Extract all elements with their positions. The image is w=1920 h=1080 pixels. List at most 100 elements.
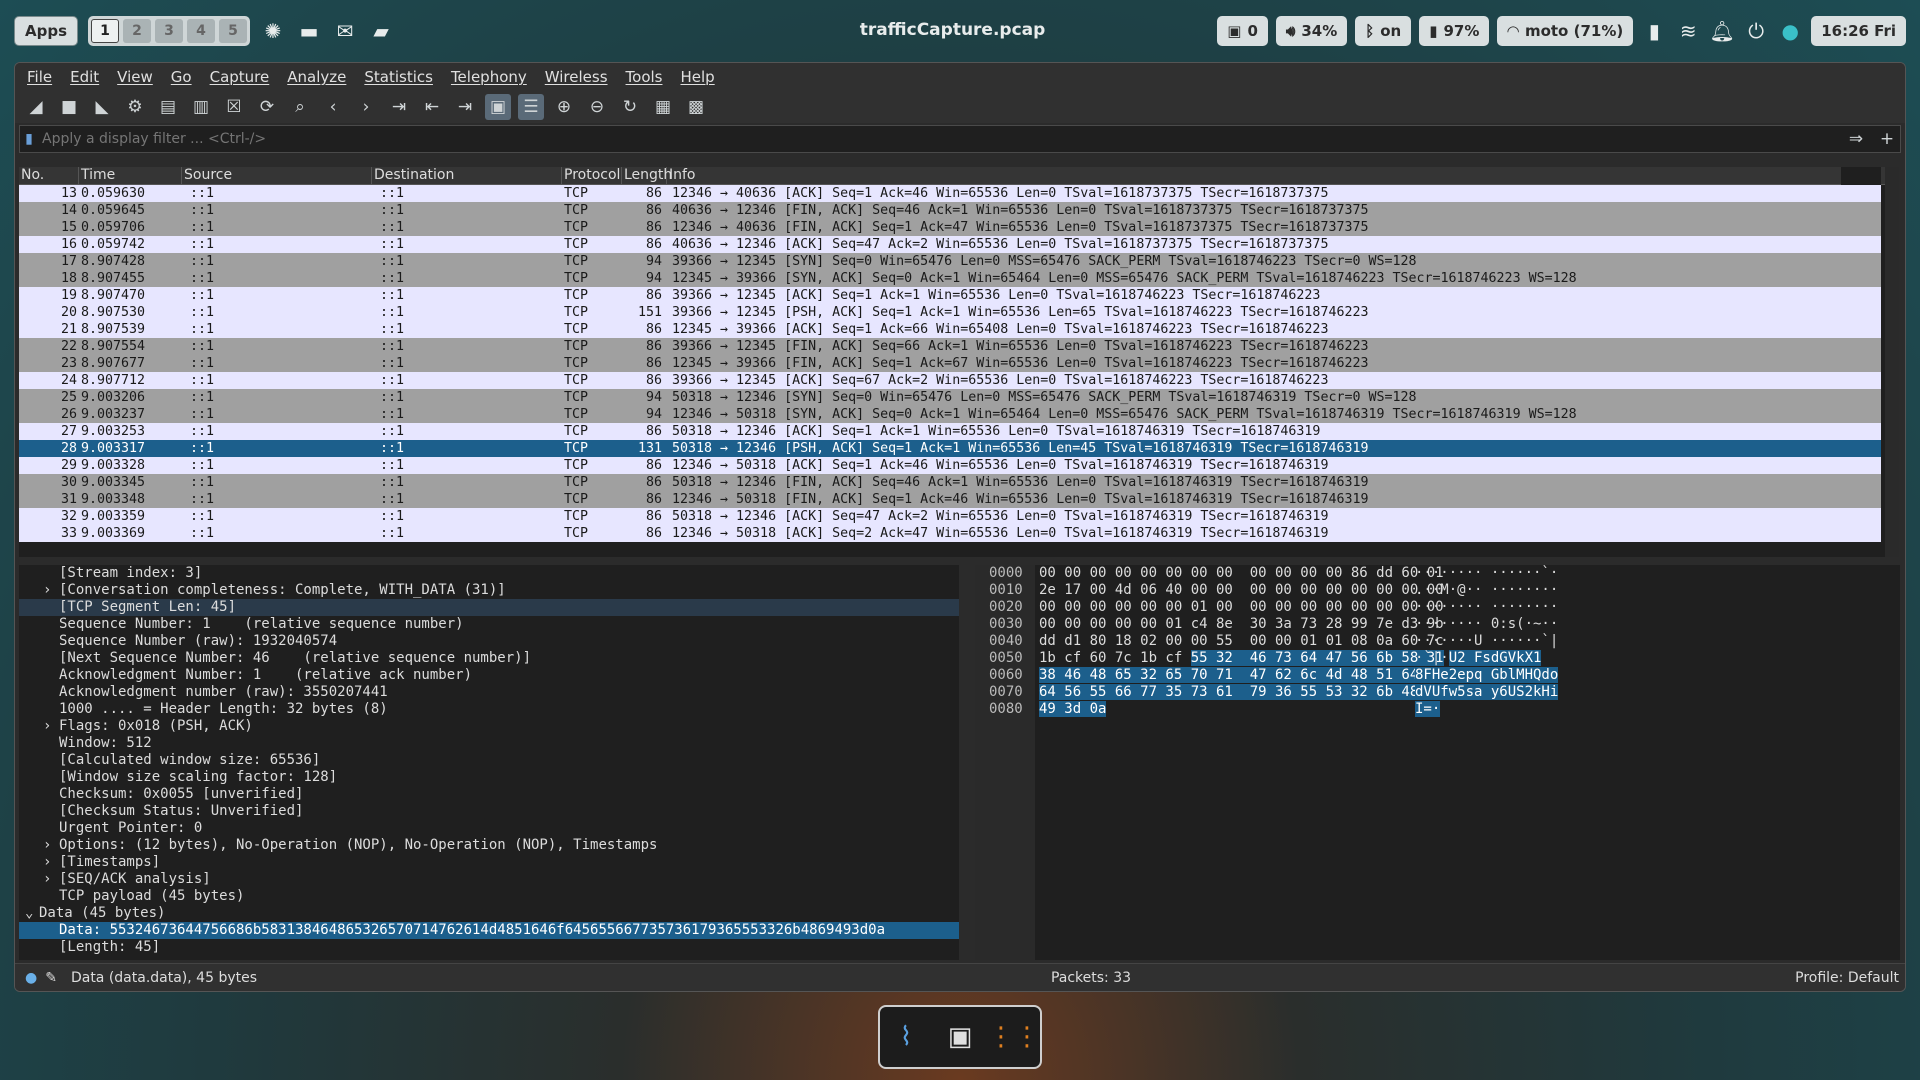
collapsed-arrow-icon[interactable]: › <box>43 837 51 854</box>
detail-line[interactable]: Acknowledgment number (raw): 3550207441 <box>19 684 959 701</box>
column-protocol[interactable]: Protocol <box>562 167 622 184</box>
column-source[interactable]: Source <box>182 167 372 184</box>
menu-edit[interactable]: Edit <box>70 68 99 86</box>
detail-line[interactable]: Urgent Pointer: 0 <box>19 820 959 837</box>
normal-size-icon[interactable]: ↻ <box>617 94 643 120</box>
packet-row[interactable]: 23 8.907677::1::1 TCP 86 12345 → 39366 [FIN,… <box>19 355 1841 372</box>
detail-line[interactable]: [Window size scaling factor: 128] <box>19 769 959 786</box>
user-icon[interactable]: ● <box>1777 18 1803 44</box>
ascii-row[interactable]: dVUfw5sa y6US2kHi <box>1415 684 1559 701</box>
reload-file-icon[interactable]: ⟳ <box>254 94 280 120</box>
zoom-out-icon[interactable]: ⊖ <box>584 94 610 120</box>
ascii-row[interactable]: I=· <box>1415 701 1558 718</box>
packet-row[interactable]: 13 0.059630::1::1 TCP 86 12346 → 40636 [ACK]… <box>19 185 1841 202</box>
apps-button[interactable]: Apps <box>14 16 79 46</box>
menu-go[interactable]: Go <box>171 68 192 86</box>
wifi-indicator[interactable]: ◠ moto (71%) <box>1497 16 1634 46</box>
menu-capture[interactable]: Capture <box>210 68 270 86</box>
packet-row[interactable]: 28 9.003317::1::1 TCP 131 50318 → 12346 [PSH… <box>19 440 1841 457</box>
detail-line[interactable]: › Flags: 0x018 (PSH, ACK) <box>19 718 959 735</box>
packet-list-scrollbar[interactable] <box>1885 167 1899 557</box>
detail-line[interactable]: [Calculated window size: 65536] <box>19 752 959 769</box>
detail-line[interactable]: [Length: 45] <box>19 939 959 956</box>
menu-file[interactable]: File <box>27 68 52 86</box>
open-file-icon[interactable]: ▤ <box>155 94 181 120</box>
column-info[interactable]: Info <box>667 167 1899 184</box>
battery-indicator[interactable]: ▮ 97% <box>1419 16 1490 46</box>
workspace-2[interactable]: 2 <box>123 19 152 43</box>
detail-line[interactable]: Acknowledgment Number: 1 (relative ack n… <box>19 667 959 684</box>
column-no[interactable]: No. <box>19 167 79 184</box>
stats-icon[interactable]: ▮ <box>1641 18 1667 44</box>
detail-line[interactable]: › [SEQ/ACK analysis] <box>19 871 959 888</box>
packet-minimap[interactable] <box>1841 167 1881 557</box>
hex-row[interactable]: 64 56 55 66 77 35 73 61 79 36 55 53 32 6… <box>1039 684 1444 701</box>
go-to-packet-icon[interactable]: ⇥ <box>386 94 412 120</box>
packet-row[interactable]: 19 8.907470::1::1 TCP 86 39366 → 12345 [ACK]… <box>19 287 1841 304</box>
volume-indicator[interactable]: 🔊︎ 34% <box>1275 16 1348 46</box>
capture-status-icon[interactable]: ● <box>25 970 37 986</box>
save-file-icon[interactable]: ▥ <box>188 94 214 120</box>
menu-statistics[interactable]: Statistics <box>364 68 433 86</box>
packet-row[interactable]: 29 9.003328::1::1 TCP 86 12346 → 50318 [ACK]… <box>19 457 1841 474</box>
detail-line[interactable]: › [Timestamps] <box>19 854 959 871</box>
ascii-row[interactable]: ········ ········ <box>1415 599 1558 616</box>
collapsed-arrow-icon[interactable]: › <box>43 854 51 871</box>
detail-line[interactable]: [TCP Segment Len: 45] <box>19 599 959 616</box>
hex-row[interactable]: 49 3d 0a <box>1039 701 1444 718</box>
hex-row[interactable]: 00 00 00 00 00 00 00 00 00 00 00 00 86 d… <box>1039 565 1444 582</box>
packet-row[interactable]: 22 8.907554::1::1 TCP 86 39366 → 12345 [FIN,… <box>19 338 1841 355</box>
ascii-row[interactable]: ·`|·U2 FsdGVkX1 <box>1415 650 1558 667</box>
layers-icon[interactable]: ≋ <box>1675 18 1701 44</box>
detail-line[interactable]: Sequence Number (raw): 1932040574 <box>19 633 959 650</box>
ascii-row[interactable]: ········ ······`· <box>1415 565 1558 582</box>
packet-row[interactable]: 32 9.003359::1::1 TCP 86 50318 → 12346 [ACK]… <box>19 508 1841 525</box>
resize-columns-icon[interactable]: ▦ <box>650 94 676 120</box>
detail-line[interactable]: › [Conversation completeness: Complete, W… <box>19 582 959 599</box>
packet-row[interactable]: 17 8.907428::1::1 TCP 94 39366 → 12345 [SYN]… <box>19 253 1841 270</box>
packet-row[interactable]: 18 8.907455::1::1 TCP 94 12345 → 39366 [SYN,… <box>19 270 1841 287</box>
detail-line[interactable]: Checksum: 0x0055 [unverified] <box>19 786 959 803</box>
menu-help[interactable]: Help <box>680 68 714 86</box>
ascii-row[interactable]: .··M·@·· ········ <box>1415 582 1558 599</box>
bell-icon[interactable]: 🔔︎ <box>1709 18 1735 44</box>
hex-row[interactable]: 00 00 00 00 00 01 c4 8e 30 3a 73 28 99 7… <box>1039 616 1444 633</box>
hex-row[interactable]: 38 46 48 65 32 65 70 71 47 62 6c 4d 48 5… <box>1039 667 1444 684</box>
power-icon[interactable]: ⏻ <box>1743 18 1769 44</box>
hex-row[interactable]: dd d1 80 18 02 00 00 55 00 00 01 01 08 0… <box>1039 633 1444 650</box>
detail-line[interactable]: › Options: (12 bytes), No-Operation (NOP)… <box>19 837 959 854</box>
bluetooth-indicator[interactable]: ᛒ on <box>1355 16 1412 46</box>
packet-row[interactable]: 21 8.907539::1::1 TCP 86 12345 → 39366 [ACK]… <box>19 321 1841 338</box>
collapsed-arrow-icon[interactable]: › <box>43 718 51 735</box>
workspace-3[interactable]: 3 <box>155 19 184 43</box>
packet-row[interactable]: 20 8.907530::1::1 TCP 151 39366 → 12345 [PSH… <box>19 304 1841 321</box>
clock[interactable]: 16:26 Fri <box>1811 16 1906 46</box>
column-length[interactable]: Length <box>622 167 672 184</box>
chatgpt-icon[interactable]: ✺ <box>260 18 286 44</box>
capture-options-icon[interactable]: ⚙ <box>122 94 148 120</box>
docker-indicator[interactable]: ▣ 0 <box>1217 16 1268 46</box>
column-time[interactable]: Time <box>79 167 182 184</box>
bookmark-icon[interactable]: ▮ <box>20 128 38 150</box>
detail-line[interactable]: TCP payload (45 bytes) <box>19 888 959 905</box>
detail-line[interactable]: [Checksum Status: Unverified] <box>19 803 959 820</box>
terminal-dock-icon[interactable]: ▣ <box>940 1017 980 1057</box>
detail-line[interactable]: [Stream index: 3] <box>19 565 959 582</box>
edit-comment-icon[interactable]: ✎ <box>45 970 57 986</box>
menu-analyze[interactable]: Analyze <box>287 68 346 86</box>
apply-filter-icon[interactable]: ⇒ <box>1838 126 1874 152</box>
menu-telephony[interactable]: Telephony <box>451 68 527 86</box>
status-profile[interactable]: Profile: Default <box>1795 970 1899 986</box>
packet-row[interactable]: 24 8.907712::1::1 TCP 86 39366 → 12345 [ACK]… <box>19 372 1841 389</box>
detail-line[interactable]: Window: 512 <box>19 735 959 752</box>
display-filter-input[interactable] <box>38 131 1838 147</box>
zoom-in-icon[interactable]: ⊕ <box>551 94 577 120</box>
stop-capture-icon[interactable]: ■ <box>56 94 82 120</box>
packet-row[interactable]: 26 9.003237::1::1 TCP 94 12346 → 50318 [SYN,… <box>19 406 1841 423</box>
workspace-4[interactable]: 4 <box>187 19 216 43</box>
ascii-row[interactable]: ·······U ······`| <box>1415 633 1558 650</box>
packet-row[interactable]: 27 9.003253::1::1 TCP 86 50318 → 12346 [ACK]… <box>19 423 1841 440</box>
expanded-arrow-icon[interactable]: ⌄ <box>25 905 33 922</box>
find-packet-icon[interactable]: ⌕ <box>287 94 313 120</box>
ascii-row[interactable]: ········ 0:s(·~·· <box>1415 616 1558 633</box>
